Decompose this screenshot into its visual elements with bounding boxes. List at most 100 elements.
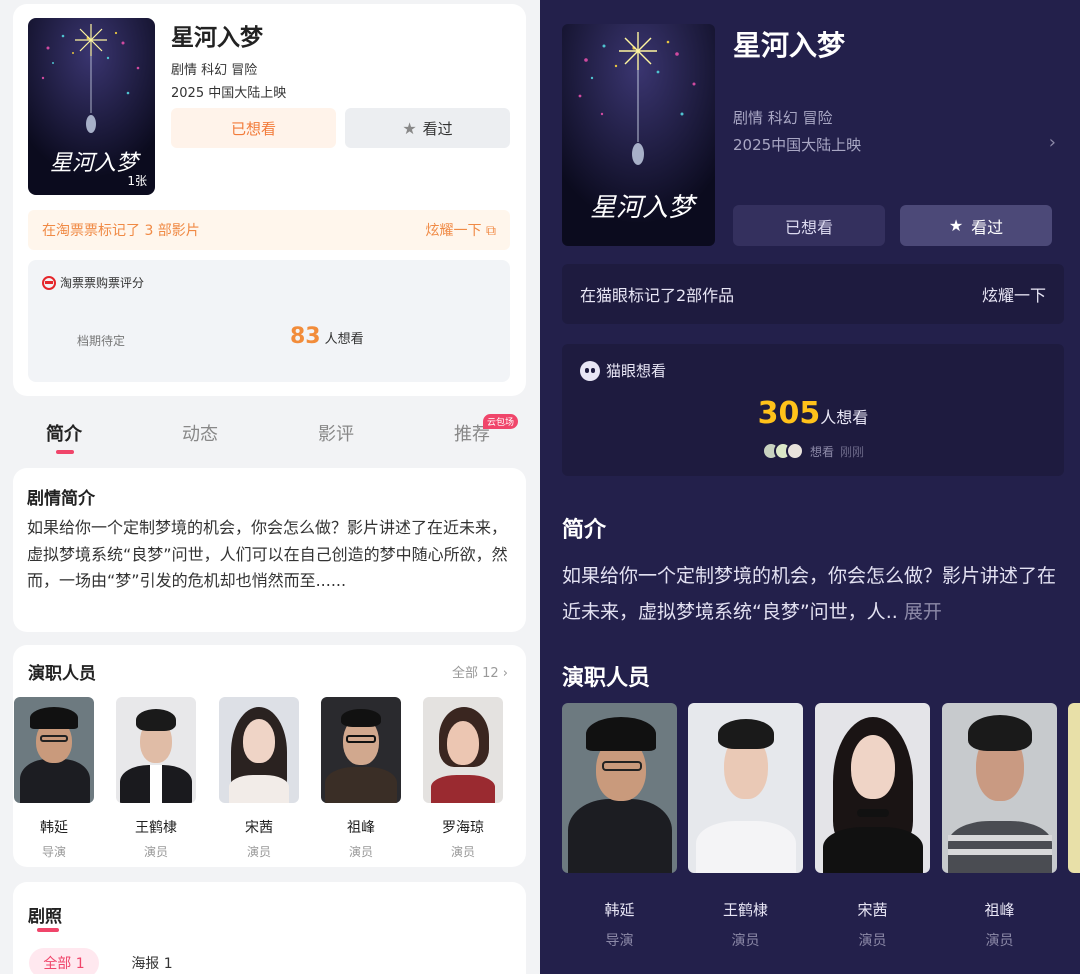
cast-name: 韩延 xyxy=(40,820,68,836)
cast-name: 罗海琼 xyxy=(442,820,484,836)
movie-genres: 剧情 科幻 冒险 xyxy=(733,109,833,127)
chevron-right-icon[interactable]: › xyxy=(1049,132,1056,153)
show-off-link[interactable]: 炫耀一下 ⧉ xyxy=(426,220,496,240)
recent-label: 想看 xyxy=(809,444,834,459)
cast-photo xyxy=(942,703,1057,873)
cast-title: 演职人员 xyxy=(28,664,96,684)
star-icon: ★ xyxy=(948,216,964,235)
seen-button[interactable]: ★ 看过 xyxy=(345,108,510,148)
cast-member[interactable]: 王鹤棣 演员 xyxy=(116,697,196,860)
poster-count: 1张 xyxy=(127,174,147,188)
cast-photo xyxy=(321,697,401,803)
svg-text:星河入梦: 星河入梦 xyxy=(590,193,698,223)
cast-member[interactable]: 王鹤棣 演员 xyxy=(688,703,803,950)
want-heading: 猫眼想看 xyxy=(580,360,666,381)
cast-name: 王鹤棣 xyxy=(722,901,768,919)
synopsis-text: 如果给你一个定制梦境的机会，你会怎么做？影片讲述了在近未来，虚拟梦境系统“良梦”… xyxy=(27,518,508,590)
rating-heading: 淘票票购票评分 xyxy=(42,274,144,291)
intro-title: 简介 xyxy=(562,518,607,543)
want-count-number: 305 xyxy=(757,396,821,431)
synopsis-title: 剧情简介 xyxy=(27,489,95,509)
cast-role: 演员 xyxy=(450,845,475,859)
cast-role: 演员 xyxy=(858,933,887,949)
want-to-watch-button[interactable]: 已想看 xyxy=(171,108,336,148)
tab-reviews[interactable]: 影评 xyxy=(318,420,354,446)
marked-banner[interactable]: 在淘票票标记了 3 部影片 炫耀一下 ⧉ xyxy=(28,210,510,250)
poster-image: 星河入梦 xyxy=(28,18,155,195)
expand-link[interactable]: 展开 xyxy=(904,601,942,623)
cast-photo xyxy=(562,703,677,873)
recommend-badge: 云包场 xyxy=(483,414,519,429)
cast-title: 演职人员 xyxy=(562,666,651,691)
marked-text: 在淘票票标记了 3 部影片 xyxy=(42,223,200,239)
synopsis-card[interactable]: 剧情简介 如果给你一个定制梦境的机会，你会怎么做？影片讲述了在近未来，虚拟梦境系… xyxy=(13,468,526,632)
cast-member[interactable]: 祖峰 演员 xyxy=(942,703,1057,950)
movie-release: 2025 中国大陆上映 xyxy=(171,86,287,101)
taopiaopiao-panel: 星河入梦 1张 星河入梦 剧情 科幻 冒险 2025 中国大陆上映 已想看 ★ … xyxy=(0,0,540,974)
marked-banner[interactable]: 在猫眼标记了2部作品 炫耀一下 xyxy=(562,264,1064,324)
intro-text[interactable]: 如果给你一个定制梦境的机会，你会怎么做？影片讲述了在近未来，虚拟梦境系统“良梦”… xyxy=(562,558,1062,630)
poster-image: 星河入梦 xyxy=(562,24,715,246)
cast-member[interactable]: 韩延 导演 xyxy=(14,697,94,860)
marked-text: 在猫眼标记了2部作品 xyxy=(580,286,735,305)
recent-time: 刚刚 xyxy=(840,444,865,459)
seen-button[interactable]: ★ 看过 xyxy=(900,205,1052,246)
avatar-group xyxy=(761,442,804,460)
movie-poster[interactable]: 星河入梦 1张 xyxy=(28,18,155,195)
taopiaopiao-logo-icon xyxy=(42,275,56,290)
want-label: 已想看 xyxy=(230,119,276,138)
cast-role: 演员 xyxy=(985,933,1014,949)
cast-name: 宋茜 xyxy=(857,901,888,919)
seen-label: 看过 xyxy=(971,217,1004,237)
show-off-label: 炫耀一下 xyxy=(425,223,482,239)
want-heading-text: 猫眼想看 xyxy=(606,362,667,380)
cast-member[interactable]: 韩延 导演 xyxy=(562,703,677,950)
want-count: 83 人想看 xyxy=(290,324,364,349)
cast-role: 演员 xyxy=(731,933,760,949)
cast-member[interactable]: 罗海琼 演员 xyxy=(423,697,503,860)
want-to-watch-button[interactable]: 已想看 xyxy=(733,205,885,246)
stills-title: 剧照 xyxy=(28,907,62,927)
movie-genres: 剧情 科幻 冒险 xyxy=(171,63,258,78)
tab-updates[interactable]: 动态 xyxy=(182,420,218,446)
cast-photo xyxy=(688,703,803,873)
star-icon: ★ xyxy=(402,118,417,138)
movie-release: 2025中国大陆上映 xyxy=(733,136,862,154)
schedule-status: 档期待定 xyxy=(77,334,126,348)
stills-chip-all[interactable]: 全部 1 xyxy=(29,948,99,974)
cast-photo xyxy=(14,697,94,803)
stills-card: 剧照 全部 1 海报 1 xyxy=(13,882,526,974)
show-off-link[interactable]: 炫耀一下 xyxy=(982,282,1046,306)
want-label: 已想看 xyxy=(784,217,833,237)
cast-name: 韩延 xyxy=(604,901,635,919)
intro-body: 如果给你一个定制梦境的机会，你会怎么做？影片讲述了在近未来，虚拟梦境系统“良梦”… xyxy=(562,565,1057,623)
cast-role: 导演 xyxy=(41,845,66,859)
movie-title: 星河入梦 xyxy=(171,25,263,51)
cast-photo xyxy=(815,703,930,873)
cast-photo xyxy=(116,697,196,803)
seen-label: 看过 xyxy=(422,119,453,138)
cast-card: 演职人员 全部 12 › 韩延 导演 王鹤棣 演员 宋茜 演员 祖峰 演员 罗海… xyxy=(13,645,526,867)
movie-poster[interactable]: 星河入梦 xyxy=(562,24,715,246)
cast-member[interactable]: 宋茜 演员 xyxy=(219,697,299,860)
cast-photo xyxy=(423,697,503,803)
active-tab-indicator xyxy=(56,450,74,454)
detail-tabs: 简介 动态 影评 推荐 云包场 xyxy=(13,410,526,460)
cast-role: 导演 xyxy=(605,933,634,949)
want-count-suffix: 人想看 xyxy=(324,332,364,347)
movie-header-card: 星河入梦 1张 星河入梦 剧情 科幻 冒险 2025 中国大陆上映 已想看 ★ … xyxy=(13,4,526,396)
cast-name: 王鹤棣 xyxy=(135,820,177,836)
cast-member[interactable]: 宋茜 演员 xyxy=(815,703,930,950)
cast-name: 祖峰 xyxy=(984,901,1015,919)
cast-all-link[interactable]: 全部 12 › xyxy=(452,662,508,681)
stills-indicator xyxy=(37,928,59,932)
cast-photo xyxy=(219,697,299,803)
maoyan-logo-icon xyxy=(580,360,600,381)
want-count: 305人想看 xyxy=(562,396,1064,431)
avatar xyxy=(785,442,804,460)
tab-intro[interactable]: 简介 xyxy=(46,420,82,446)
rating-box: 淘票票购票评分 档期待定 83 人想看 xyxy=(28,260,510,382)
recent-wants[interactable]: 想看 刚刚 xyxy=(562,442,1064,460)
stills-chip-poster[interactable]: 海报 1 xyxy=(117,948,187,974)
cast-member[interactable]: 祖峰 演员 xyxy=(321,697,401,860)
